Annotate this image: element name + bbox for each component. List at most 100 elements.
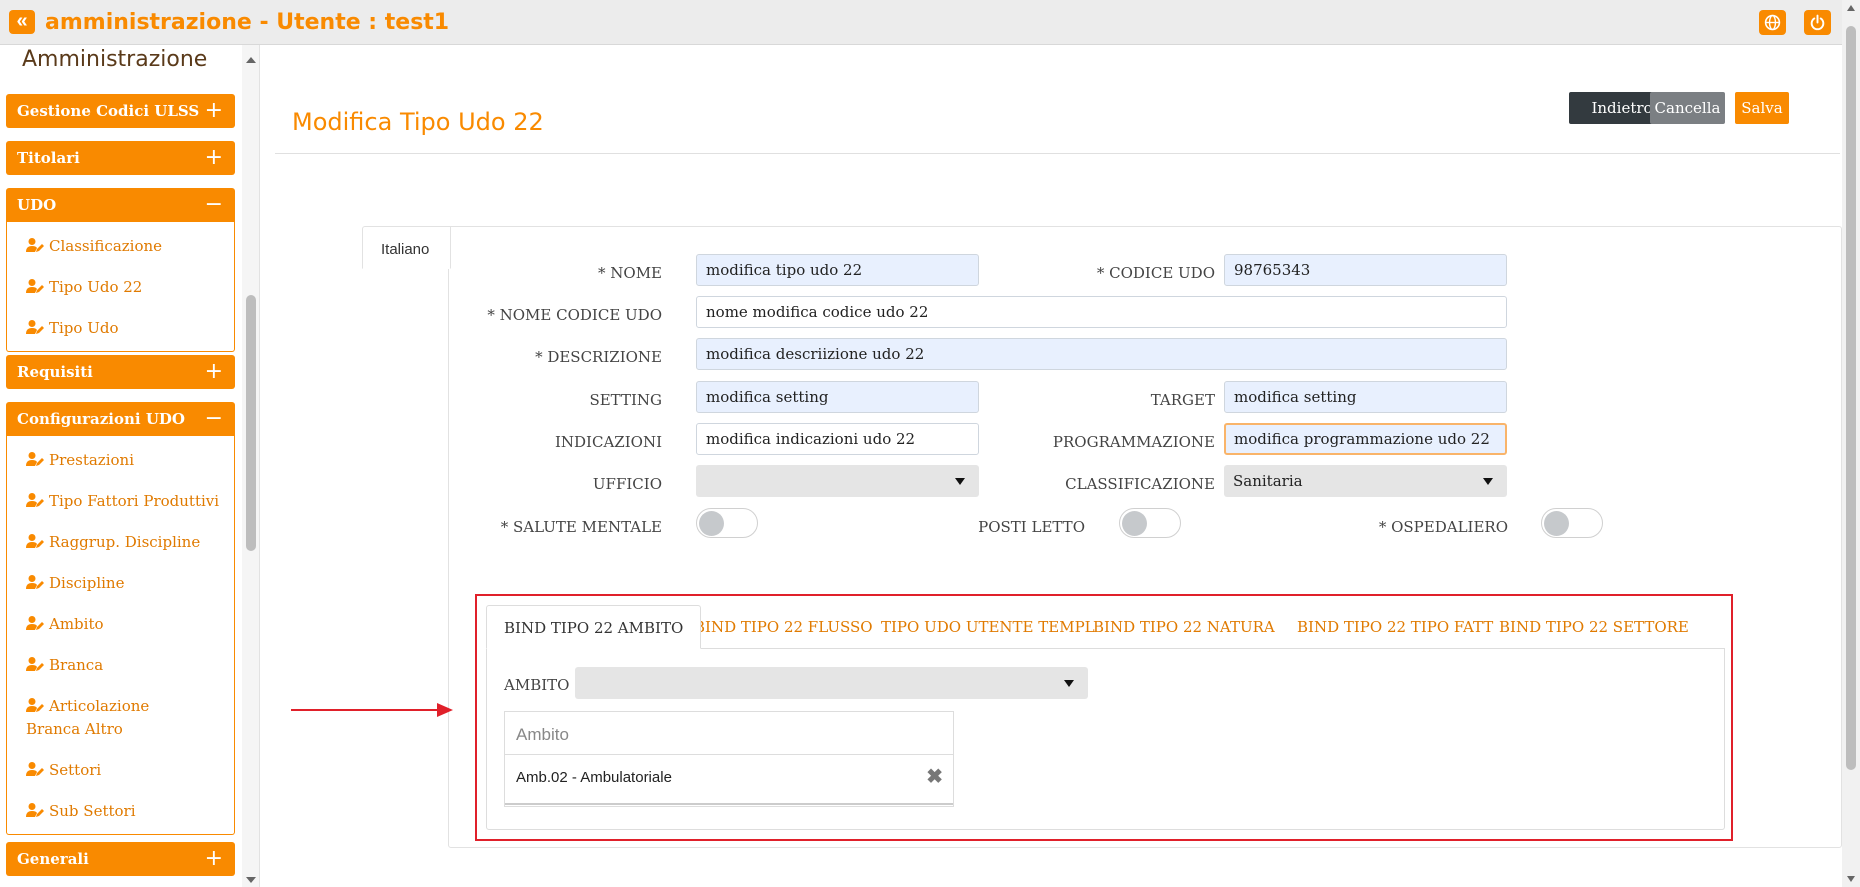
caret-down-icon [955, 478, 965, 485]
ambito-row-value: Amb.02 - Ambulatoriale [516, 769, 672, 786]
user-edit-icon [26, 657, 44, 671]
collapse-icon: − [204, 192, 223, 217]
sidebar-section-udo: UDO − Classificazione Tipo Udo 22 Tipo Ud… [6, 188, 235, 352]
user-edit-icon [26, 320, 44, 334]
sidebar-section-requisiti[interactable]: Requisiti + [6, 355, 235, 389]
page-title: Modifica Tipo Udo 22 [292, 108, 544, 136]
page-scrollbar[interactable] [1842, 0, 1860, 887]
bind-tabs: BIND TIPO 22 AMBITO BIND TIPO 22 FLUSSO … [486, 605, 1725, 649]
tab-tipo-udo-utente-templ[interactable]: TIPO UDO UTENTE TEMPL [881, 605, 1095, 649]
language-button[interactable] [1759, 10, 1786, 35]
nome-label: * NOME [598, 264, 662, 282]
nome-input[interactable]: modifica tipo udo 22 [696, 254, 979, 286]
indicazioni-input[interactable]: modifica indicazioni udo 22 [696, 423, 979, 455]
sidebar-item-prestazioni[interactable]: Prestazioni [7, 440, 234, 481]
sidebar-item-tipo-udo[interactable]: Tipo Udo [7, 308, 234, 349]
expand-icon: + [204, 846, 223, 871]
user-edit-icon [26, 762, 44, 776]
user-edit-icon [26, 452, 44, 466]
salute-mentale-toggle[interactable] [696, 508, 758, 538]
descrizione-input[interactable]: modifica descriizione udo 22 [696, 338, 1507, 370]
classificazione-select[interactable]: Sanitaria [1224, 465, 1507, 497]
expand-icon: + [204, 145, 223, 170]
user-edit-icon [26, 279, 44, 293]
user-edit-icon [26, 238, 44, 252]
sidebar-item-tipo-fattori-produttivi[interactable]: Tipo Fattori Produttivi [7, 481, 234, 522]
caret-down-icon [1483, 478, 1493, 485]
collapse-icon: − [204, 406, 223, 431]
ambito-table-header: Ambito [505, 712, 953, 755]
sidebar-item-discipline[interactable]: Discipline [7, 563, 234, 604]
annotation-arrow-icon [291, 703, 453, 717]
sidebar-section-gestione-codici-ulss[interactable]: Gestione Codici ULSS + [6, 94, 235, 128]
logout-button[interactable] [1804, 10, 1831, 35]
expand-icon: + [204, 98, 223, 123]
sidebar-item-classificazione[interactable]: Classificazione [7, 226, 234, 267]
save-button[interactable]: Salva [1735, 92, 1789, 124]
sidebar-section-configurazioni-udo: Configurazioni UDO − Prestazioni Tipo Fat… [6, 402, 235, 835]
sidebar-item-branca[interactable]: Branca [7, 645, 234, 686]
user-edit-icon [26, 575, 44, 589]
sidebar-item-articolazione-branca-altro[interactable]: Articolazione Branca Altro [7, 686, 234, 750]
sidebar-heading: Amministrazione [22, 47, 208, 72]
programmazione-label: PROGRAMMAZIONE [1052, 433, 1215, 451]
setting-input[interactable]: modifica setting [696, 381, 979, 413]
ufficio-select[interactable] [696, 465, 979, 497]
classificazione-label: CLASSIFICAZIONE [1065, 475, 1215, 493]
sidebar: Amministrazione Gestione Codici ULSS + Ti… [0, 45, 260, 887]
setting-label: SETTING [589, 391, 662, 409]
section-label: Gestione Codici ULSS [17, 102, 200, 120]
nome-codice-udo-label: * NOME CODICE UDO [487, 306, 662, 324]
ambito-table: Ambito Amb.02 - Ambulatoriale ✖ [504, 711, 954, 807]
tab-bind-tipo-22-natura[interactable]: BIND TIPO 22 NATURA [1093, 605, 1275, 649]
user-edit-icon [26, 493, 44, 507]
ambito-label: AMBITO [504, 676, 570, 694]
tab-bind-tipo-22-tipo-fatt[interactable]: BIND TIPO 22 TIPO FATT [1297, 605, 1493, 649]
section-header-udo[interactable]: UDO − [6, 188, 235, 222]
posti-letto-label: POSTI LETTO [978, 518, 1085, 536]
sidebar-item-raggrup-discipline[interactable]: Raggrup. Discipline [7, 522, 234, 563]
salute-mentale-label: * SALUTE MENTALE [500, 518, 662, 536]
sidebar-item-tipo-udo-22[interactable]: Tipo Udo 22 [7, 267, 234, 308]
section-header-configurazioni-udo[interactable]: Configurazioni UDO − [6, 402, 235, 436]
user-edit-icon [26, 534, 44, 548]
sidebar-section-titolari[interactable]: Titolari + [6, 141, 235, 175]
user-edit-icon [26, 698, 44, 712]
target-input[interactable]: modifica setting [1224, 381, 1507, 413]
sidebar-item-sub-settori[interactable]: Sub Settori [7, 791, 234, 832]
tab-bind-tipo-22-settore[interactable]: BIND TIPO 22 SETTORE [1499, 605, 1689, 649]
posti-letto-toggle[interactable] [1119, 508, 1181, 538]
table-row: Amb.02 - Ambulatoriale ✖ [505, 755, 953, 805]
sidebar-item-settori[interactable]: Settori [7, 750, 234, 791]
section-label: Requisiti [17, 363, 93, 381]
section-label: Configurazioni UDO [17, 410, 185, 428]
section-label: Titolari [17, 149, 80, 167]
page-header: Modifica Tipo Udo 22 Indietro Cancella S… [275, 88, 1840, 154]
sidebar-scrollbar[interactable] [242, 45, 259, 887]
sidebar-item-ambito[interactable]: Ambito [7, 604, 234, 645]
tab-bind-tipo-22-flusso[interactable]: BIND TIPO 22 FLUSSO [694, 605, 873, 649]
tab-italiano[interactable]: Italiano [362, 226, 451, 269]
codice-udo-label: * CODICE UDO [1096, 264, 1215, 282]
app-title: amministrazione - Utente : test1 [45, 10, 450, 35]
globe-icon [1764, 14, 1781, 31]
ospedaliero-label: * OSPEDALIERO [1378, 518, 1508, 536]
expand-icon: + [204, 359, 223, 384]
bind-panel: BIND TIPO 22 AMBITO BIND TIPO 22 FLUSSO … [475, 594, 1733, 841]
section-label: Generali [17, 850, 89, 868]
codice-udo-input[interactable]: 98765343 [1224, 254, 1507, 286]
ufficio-label: UFFICIO [592, 475, 662, 493]
tab-bind-tipo-22-ambito[interactable]: BIND TIPO 22 AMBITO [486, 605, 702, 649]
sidebar-section-generali[interactable]: Generali + [6, 842, 235, 876]
power-icon [1810, 14, 1825, 31]
target-label: TARGET [1150, 391, 1215, 409]
nome-codice-udo-input[interactable]: nome modifica codice udo 22 [696, 296, 1507, 328]
programmazione-input[interactable]: modifica programmazione udo 22 [1224, 423, 1507, 455]
user-edit-icon [26, 803, 44, 817]
caret-down-icon [1064, 680, 1074, 687]
collapse-sidebar-button[interactable]: « [9, 10, 35, 34]
delete-icon[interactable]: ✖ [926, 767, 943, 787]
ambito-select[interactable] [575, 667, 1088, 699]
ospedaliero-toggle[interactable] [1541, 508, 1603, 538]
cancel-button[interactable]: Cancella [1650, 92, 1725, 124]
